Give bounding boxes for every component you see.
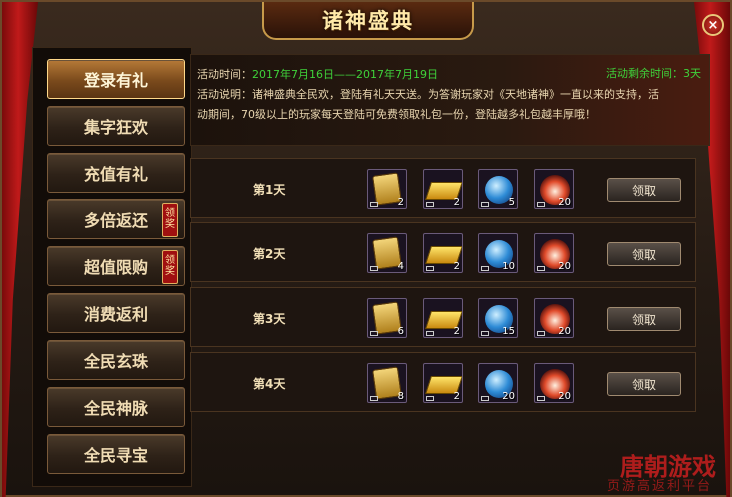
sidebar-item-spend-rebate[interactable]: 消费返利	[47, 293, 185, 333]
item-count: 20	[558, 326, 571, 337]
sidebar-item-divine-vein[interactable]: 全民神脉	[47, 387, 185, 427]
blue-orb-icon[interactable]: 15	[478, 298, 518, 338]
reward-row: 第2天 4 2 10 20 领取	[190, 222, 696, 282]
item-count: 2	[453, 326, 460, 337]
day-label: 第4天	[253, 377, 286, 391]
event-desc-line1: 活动说明：诸神盛典全民欢，登陆有礼天天送。为答谢玩家对《天地诸神》一直以来的支持…	[197, 88, 659, 101]
scroll-icon[interactable]: 2	[367, 169, 407, 209]
reward-row: 第3天 6 2 15 20 领取	[190, 287, 696, 347]
item-count: 4	[397, 261, 404, 272]
sidebar-item-label: 充值有礼	[83, 165, 148, 184]
event-desc-line2: 动期间，70级以上的玩家每天登陆可免费领取礼包一份，登陆越多礼包越丰厚哦！	[197, 108, 596, 121]
item-count: 20	[558, 261, 571, 272]
event-window: 诸神盛典 × 登录有礼 集字狂欢 充值有礼 多倍返还 领奖 超值限购 领奖 消费…	[0, 0, 732, 497]
blue-orb-icon[interactable]: 5	[478, 169, 518, 209]
gold-bars-icon[interactable]: 2	[423, 233, 463, 273]
item-count: 15	[502, 326, 515, 337]
item-count: 10	[502, 261, 515, 272]
item-count: 8	[397, 391, 404, 402]
sidebar-item-label: 集字狂欢	[83, 118, 148, 137]
blue-orb-icon[interactable]: 10	[478, 233, 518, 273]
window-title: 诸神盛典	[322, 9, 414, 33]
item-count: 20	[558, 197, 571, 208]
scroll-icon[interactable]: 6	[367, 298, 407, 338]
red-orb-icon[interactable]: 20	[534, 298, 574, 338]
gold-bars-icon[interactable]: 2	[423, 169, 463, 209]
red-orb-icon[interactable]: 20	[534, 169, 574, 209]
sidebar-item-mystic-pearl[interactable]: 全民玄珠	[47, 340, 185, 380]
sidebar-item-label: 消费返利	[83, 305, 148, 324]
main-panel: 活动时间：2017年7月16日——2017年7月19日 活动剩余时间：3天 活动…	[190, 54, 710, 492]
item-count: 6	[397, 326, 404, 337]
remaining-time: 活动剩余时间：3天	[606, 67, 701, 80]
sidebar-item-label: 登录有礼	[83, 71, 148, 90]
sidebar-item-login-gift[interactable]: 登录有礼	[47, 59, 185, 99]
site-watermark: 唐朝游戏 页游高返利平台	[562, 447, 722, 494]
close-icon: ×	[707, 17, 719, 33]
item-count: 20	[558, 391, 571, 402]
sidebar-item-multi-return[interactable]: 多倍返还 领奖	[47, 199, 185, 239]
sidebar-item-limited-buy[interactable]: 超值限购 领奖	[47, 246, 185, 286]
reward-row: 第1天 2 2 5 20 领取	[190, 158, 696, 218]
scroll-icon[interactable]: 8	[367, 363, 407, 403]
item-count: 2	[453, 197, 460, 208]
sidebar-item-label: 全民神脉	[83, 399, 148, 418]
event-info: 活动时间：2017年7月16日——2017年7月19日 活动剩余时间：3天 活动…	[190, 54, 710, 146]
day-label: 第1天	[253, 183, 286, 197]
claim-button[interactable]: 领取	[607, 372, 681, 396]
item-count: 2	[397, 197, 404, 208]
event-time-label: 活动时间：	[197, 68, 252, 81]
claim-badge: 领奖	[162, 203, 178, 237]
gold-bars-icon[interactable]: 2	[423, 363, 463, 403]
day-label: 第2天	[253, 247, 286, 261]
claim-button[interactable]: 领取	[607, 242, 681, 266]
red-orb-icon[interactable]: 20	[534, 233, 574, 273]
day-label: 第3天	[253, 312, 286, 326]
claim-button[interactable]: 领取	[607, 178, 681, 202]
sidebar-item-label: 多倍返还	[83, 211, 148, 230]
sidebar-item-label: 全民寻宝	[83, 446, 148, 465]
sidebar-item-label: 全民玄珠	[83, 352, 148, 371]
item-count: 20	[502, 391, 515, 402]
sidebar: 登录有礼 集字狂欢 充值有礼 多倍返还 领奖 超值限购 领奖 消费返利 全民玄珠…	[32, 47, 192, 487]
item-count: 5	[508, 197, 515, 208]
sidebar-item-treasure-hunt[interactable]: 全民寻宝	[47, 434, 185, 474]
item-count: 2	[453, 261, 460, 272]
sidebar-item-word-collect[interactable]: 集字狂欢	[47, 106, 185, 146]
watermark-slogan: 页游高返利平台	[606, 479, 712, 494]
title-banner: 诸神盛典	[262, 2, 474, 40]
blue-orb-icon[interactable]: 20	[478, 363, 518, 403]
gold-bars-icon[interactable]: 2	[423, 298, 463, 338]
claim-badge: 领奖	[162, 250, 178, 284]
close-button[interactable]: ×	[702, 14, 724, 36]
sidebar-item-label: 超值限购	[83, 258, 148, 277]
item-count: 2	[453, 391, 460, 402]
scroll-icon[interactable]: 4	[367, 233, 407, 273]
reward-row: 第4天 8 2 20 20 领取	[190, 352, 696, 412]
claim-button[interactable]: 领取	[607, 307, 681, 331]
red-orb-icon[interactable]: 20	[534, 363, 574, 403]
event-time-value: 2017年7月16日——2017年7月19日	[252, 68, 438, 81]
sidebar-item-recharge-gift[interactable]: 充值有礼	[47, 153, 185, 193]
